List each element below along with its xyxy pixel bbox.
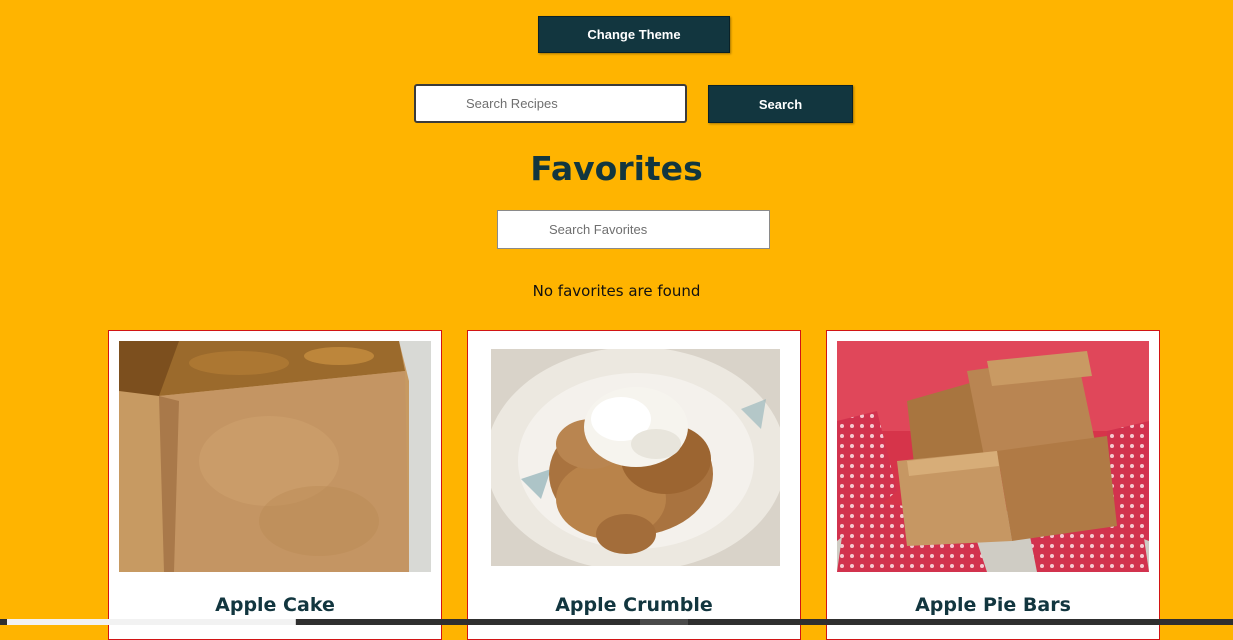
recipe-image-apple-crumble[interactable] xyxy=(491,349,780,566)
recipe-image-apple-cake[interactable] xyxy=(119,341,431,572)
recipe-search-input[interactable] xyxy=(414,84,687,123)
recipe-card-apple-pie-bars[interactable]: Apple Pie Bars xyxy=(826,330,1160,640)
recipe-title[interactable]: Apple Crumble xyxy=(468,593,800,617)
taskbar-tab[interactable] xyxy=(7,619,296,625)
recipe-card-apple-crumble[interactable]: Apple Crumble xyxy=(467,330,801,640)
search-button[interactable]: Search xyxy=(708,85,853,123)
recipe-image-apple-pie-bars[interactable] xyxy=(837,341,1149,572)
taskbar-item[interactable] xyxy=(640,619,688,625)
taskbar xyxy=(0,619,1233,625)
recipe-title[interactable]: Apple Cake xyxy=(109,593,441,617)
recipe-title[interactable]: Apple Pie Bars xyxy=(827,593,1159,617)
recipe-card-apple-cake[interactable]: Apple Cake xyxy=(108,330,442,640)
no-favorites-message: No favorites are found xyxy=(532,282,701,300)
favorites-heading: Favorites xyxy=(530,149,703,188)
change-theme-button[interactable]: Change Theme xyxy=(538,16,730,53)
favorites-search-input[interactable] xyxy=(497,210,770,249)
